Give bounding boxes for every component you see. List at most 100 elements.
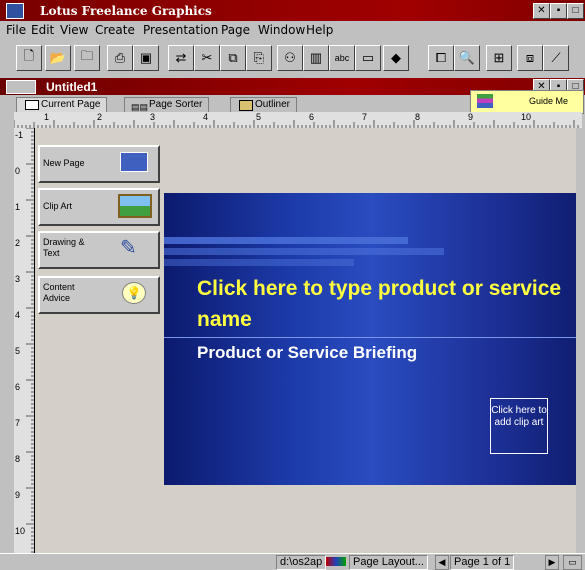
guide-me-label: Guide Me <box>529 96 569 106</box>
org-chart-icon[interactable]: ⚇ <box>277 45 303 71</box>
chart-icon[interactable]: ▥ <box>303 45 329 71</box>
copy-icon[interactable]: ⧉ <box>220 45 246 71</box>
page-view-icon[interactable]: ⧠ <box>428 45 454 71</box>
ruler-label: 8 <box>415 112 421 122</box>
ruler-label: 6 <box>309 112 315 122</box>
scissors-icon[interactable]: ✂ <box>194 45 220 71</box>
app-title-bar: Lotus Freelance Graphics ✕ ▪ □ <box>0 0 585 21</box>
menu-window[interactable]: Window <box>258 23 305 37</box>
grid-icon[interactable]: ⊞ <box>486 45 512 71</box>
tab-outliner[interactable]: Outliner <box>230 97 298 112</box>
decorative-stripe <box>164 259 354 266</box>
toolbar: 🗋 📂 🗀 ⎙ ▣ ⇄ ✂ ⧉ ⎘ ⚇ ▥ abc ▭ ◆ ⧠ 🔍 ⊞ ⧈ ⟋ <box>0 38 585 79</box>
color-icon[interactable]: ◆ <box>383 45 409 71</box>
app-title: Lotus Freelance Graphics <box>40 4 212 18</box>
status-path[interactable]: d:\os2ap <box>276 555 327 570</box>
document-title: Untitled1 <box>46 80 98 94</box>
print-icon[interactable]: ⎙ <box>107 45 133 71</box>
screen-icon[interactable]: ▣ <box>133 45 159 71</box>
tab-label: Current Page <box>41 99 101 110</box>
folder-icon[interactable]: 🗀 <box>74 45 100 71</box>
spellcheck-icon[interactable]: abc <box>329 45 355 71</box>
guide-me-button[interactable]: Guide Me <box>470 90 584 114</box>
page-icon <box>25 100 39 110</box>
ruler-label: 6 <box>15 382 21 392</box>
ruler-label: 4 <box>15 310 21 320</box>
ruler-label: 2 <box>97 112 103 122</box>
next-page-icon[interactable]: ▶ <box>545 555 559 570</box>
guide-icon <box>477 94 493 108</box>
paste-icon[interactable]: ⎘ <box>246 45 272 71</box>
horizontal-ruler[interactable]: 1 2 3 4 5 6 7 8 9 10 <box>14 112 582 129</box>
tab-page-sorter[interactable]: ▤▤ Page Sorter <box>124 97 210 112</box>
ruler-label: 7 <box>15 418 21 428</box>
page-layout-button[interactable]: Page Layout... <box>349 555 428 570</box>
menu-view[interactable]: View <box>60 23 88 37</box>
clip-art-placeholder[interactable]: Click here to add clip art <box>490 398 548 454</box>
outliner-icon <box>239 100 253 111</box>
document-icon[interactable] <box>6 80 36 94</box>
menu-bar: File Edit View Create Presentation Page … <box>0 21 585 38</box>
screen-show-icon[interactable]: ⧈ <box>517 45 543 71</box>
minimize-icon[interactable]: ▪ <box>550 3 567 19</box>
zoom-icon[interactable]: 🔍 <box>454 45 480 71</box>
menu-file[interactable]: File <box>6 23 26 37</box>
open-folder-icon[interactable]: 📂 <box>45 45 71 71</box>
status-bar: d:\os2ap Page Layout... ◀ Page 1 of 1 ▶ … <box>0 553 585 570</box>
vertical-ruler[interactable]: -1 0 1 2 3 4 5 6 7 8 9 10 <box>14 128 35 553</box>
color-palette-icon[interactable] <box>326 557 346 566</box>
ruler-label: 9 <box>15 490 21 500</box>
decorative-stripe <box>164 248 444 255</box>
menu-presentation[interactable]: Presentation <box>143 23 218 37</box>
ruler-label: 1 <box>44 112 50 122</box>
vertical-scrollbar[interactable] <box>576 128 583 553</box>
ruler-label: 5 <box>256 112 262 122</box>
ruler-label: 9 <box>468 112 474 122</box>
ruler-label: 10 <box>521 112 532 122</box>
ruler-label: 0 <box>15 166 21 176</box>
slide-subtitle[interactable]: Product or Service Briefing <box>197 343 417 363</box>
new-page-button[interactable]: New Page <box>38 145 160 183</box>
ruler-label: 5 <box>15 346 21 356</box>
close-icon[interactable]: ✕ <box>533 3 550 19</box>
button-label: Clip Art <box>43 201 73 211</box>
ruler-label: 10 <box>15 526 26 536</box>
ruler-label: 1 <box>15 202 21 212</box>
button-label: New Page <box>43 158 85 168</box>
text-box-icon[interactable]: ▭ <box>355 45 381 71</box>
line-tool-icon[interactable]: ⟋ <box>543 45 569 71</box>
button-label: Content Advice <box>43 282 75 303</box>
tab-label: Outliner <box>255 99 291 110</box>
new-page-icon <box>120 152 148 172</box>
screen-icon[interactable]: ▭ <box>563 555 582 570</box>
ruler-label: -1 <box>15 130 24 140</box>
slide-divider <box>164 337 580 338</box>
new-file-icon[interactable]: 🗋 <box>16 45 42 71</box>
ruler-label: 3 <box>15 274 21 284</box>
clip-art-button[interactable]: Clip Art <box>38 188 160 226</box>
swap-icon[interactable]: ⇄ <box>168 45 194 71</box>
slide-canvas[interactable]: Click here to type product or service na… <box>164 193 580 485</box>
menu-edit[interactable]: Edit <box>31 23 54 37</box>
clip-art-icon <box>118 194 152 218</box>
ruler-label: 7 <box>362 112 368 122</box>
lightbulb-icon: 💡 <box>122 282 146 304</box>
button-label: Drawing & Text <box>43 237 85 258</box>
slide-title-placeholder[interactable]: Click here to type product or service na… <box>197 273 567 335</box>
maximize-icon[interactable]: □ <box>567 3 584 19</box>
drawing-icon: ✎ <box>120 237 137 259</box>
content-advice-button[interactable]: Content Advice 💡 <box>38 276 160 314</box>
menu-page[interactable]: Page <box>221 23 250 37</box>
menu-help[interactable]: Help <box>306 23 333 37</box>
page-indicator[interactable]: Page 1 of 1 <box>450 555 515 570</box>
ruler-label: 4 <box>203 112 209 122</box>
ruler-label: 3 <box>150 112 156 122</box>
ruler-label: 2 <box>15 238 21 248</box>
tab-current-page[interactable]: Current Page <box>16 97 108 112</box>
menu-create[interactable]: Create <box>95 23 135 37</box>
decorative-stripe <box>164 237 408 244</box>
prev-page-icon[interactable]: ◀ <box>435 555 449 570</box>
app-icon[interactable] <box>6 3 24 19</box>
drawing-text-button[interactable]: Drawing & Text ✎ <box>38 231 160 269</box>
ruler-label: 8 <box>15 454 21 464</box>
